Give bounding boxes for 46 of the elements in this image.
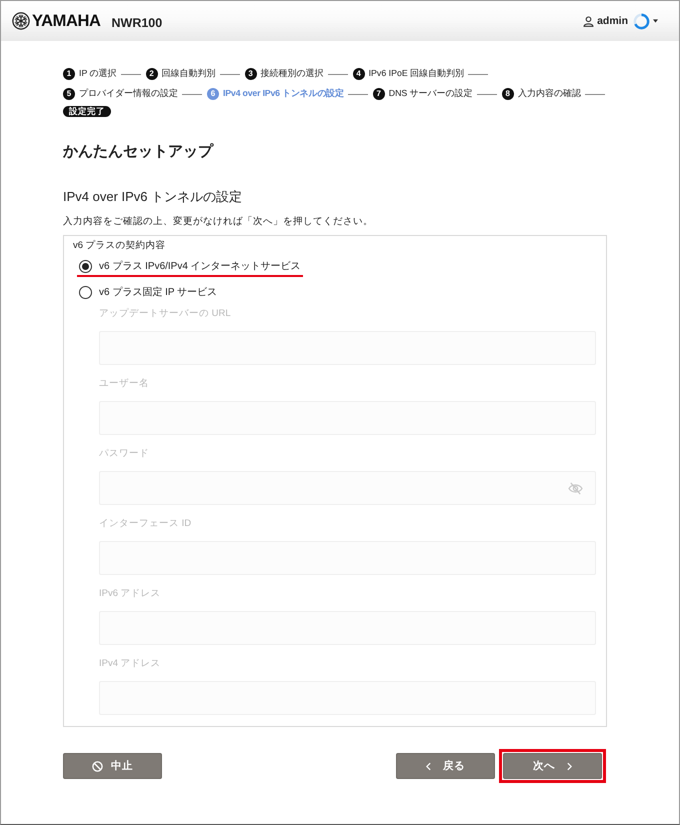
step-number: 3 (244, 68, 257, 80)
field-label: IPv6 アドレス (99, 587, 162, 601)
step-label: IPv4 over IPv6 トンネルの設定 (223, 88, 344, 100)
prohibited-icon (92, 760, 103, 772)
radio-icon[interactable] (79, 260, 92, 272)
step-label: IPv6 IPoE 回線自動判別 (368, 68, 464, 80)
user-icon (583, 16, 594, 26)
radio-icon[interactable] (79, 286, 92, 298)
page-title: かんたんセットアップ (63, 142, 215, 162)
section-title: IPv4 over IPv6 トンネルの設定 (63, 188, 244, 206)
field-label: インターフェース ID (99, 517, 192, 531)
chevron-left-icon (426, 762, 431, 770)
next-button[interactable]: 次へ (503, 753, 602, 779)
step-label: 入力内容の確認 (518, 88, 581, 100)
step-label: IP の選択 (79, 68, 117, 80)
step-number: 8 (502, 88, 514, 100)
step-number: 7 (372, 88, 385, 100)
step-number: 1 (63, 68, 75, 80)
step-number: 5 (63, 88, 75, 100)
eye-slash-icon[interactable] (568, 482, 583, 494)
instruction-text: 入力内容をご確認の上、変更がなければ「次へ」を押してください。 (63, 215, 374, 229)
caret-icon[interactable] (653, 19, 658, 23)
completion-badge: 設定完了 (63, 106, 111, 117)
cancel-button[interactable]: 中止 (63, 753, 162, 779)
brand-name: YAMAHA (32, 12, 100, 30)
step-label: プロバイダー情報の設定 (79, 88, 178, 100)
radio-option[interactable]: v6 プラス固定 IP サービス (77, 283, 220, 301)
logo-icon (12, 12, 30, 30)
field-label: パスワード (99, 447, 150, 461)
group-label: v6 プラスの契約内容 (73, 239, 167, 253)
back-button[interactable]: 戻る (396, 753, 495, 779)
radio-option[interactable]: v6 プラス IPv6/IPv4 インターネットサービス (77, 257, 303, 275)
step-number: 6 (207, 88, 219, 100)
chevron-right-icon (567, 762, 572, 770)
field-label: アップデートサーバーの URL (99, 307, 232, 321)
step-label: 回線自動判別 (162, 68, 216, 80)
password-field[interactable] (99, 471, 596, 505)
step-number: 4 (352, 68, 365, 80)
model-name: NWR100 (112, 16, 162, 30)
step-label: 接続種別の選択 (260, 68, 324, 80)
field-label: ユーザー名 (99, 377, 150, 391)
step-label: DNS サーバーの設定 (388, 88, 473, 100)
step-number: 2 (146, 68, 158, 80)
loading-spinner-icon (633, 12, 650, 30)
user-menu[interactable]: admin (597, 15, 628, 27)
field-label: IPv4 アドレス (99, 657, 162, 671)
